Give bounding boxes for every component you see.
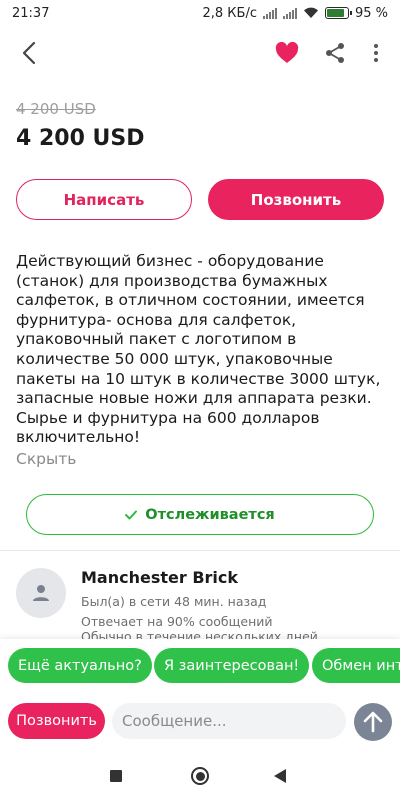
check-icon [125, 510, 138, 519]
quick-reply-chip[interactable]: Обмен интересует? [312, 648, 400, 683]
user-icon [33, 585, 49, 601]
old-price: 4 200 USD [16, 100, 96, 118]
network-speed: 2,8 КБ/с [202, 5, 257, 21]
battery-icon [324, 7, 352, 19]
signal-icon [262, 7, 277, 19]
write-button[interactable]: Написать [16, 179, 192, 220]
top-bar [0, 30, 400, 76]
share-icon [326, 43, 344, 63]
wifi-icon [303, 7, 318, 19]
tracking-label: Отслеживается [145, 506, 275, 523]
message-input[interactable] [112, 703, 346, 739]
back-triangle-icon[interactable] [274, 769, 286, 783]
message-call-button[interactable]: Позвонить [8, 703, 105, 739]
message-bar: Позвонить [0, 695, 400, 751]
status-icons: 2,8 КБ/с 95 % [202, 6, 388, 21]
quick-reply-chip[interactable]: Я заинтересован! [154, 648, 310, 683]
back-button[interactable] [12, 36, 46, 70]
arrow-up-icon [363, 711, 383, 733]
seller-name[interactable]: Manchester Brick [81, 568, 238, 587]
status-bar: 21:37 2,8 КБ/с 95 % [0, 0, 400, 26]
home-icon[interactable] [191, 767, 209, 785]
tracking-button[interactable]: Отслеживается [26, 494, 374, 535]
system-nav-bar [0, 751, 400, 800]
listing-description: Действующий бизнес - оборудование (стано… [16, 252, 381, 447]
seller-last-seen: Был(а) в сети 48 мин. назад [81, 594, 267, 609]
hide-description-link[interactable]: Скрыть [16, 450, 76, 468]
quick-replies: Ещё актуально? Я заинтересован! Обмен ин… [0, 639, 400, 695]
call-button[interactable]: Позвонить [208, 179, 384, 220]
more-button[interactable] [362, 36, 390, 70]
send-button[interactable] [354, 703, 392, 741]
divider [0, 550, 400, 551]
heart-icon [275, 42, 299, 63]
seller-reply-rate: Отвечает на 90% сообщений [81, 614, 273, 629]
favorite-button[interactable] [270, 36, 304, 70]
battery-level: 95 % [354, 5, 388, 21]
chevron-left-icon [22, 41, 36, 65]
more-vertical-icon [374, 44, 378, 62]
status-time: 21:37 [12, 5, 50, 21]
quick-reply-chip[interactable]: Ещё актуально? [8, 648, 152, 683]
recent-apps-icon[interactable] [110, 770, 122, 782]
price: 4 200 USD [16, 126, 145, 151]
signal-icon-2 [282, 7, 297, 19]
share-button[interactable] [318, 36, 352, 70]
seller-avatar[interactable] [16, 568, 66, 618]
